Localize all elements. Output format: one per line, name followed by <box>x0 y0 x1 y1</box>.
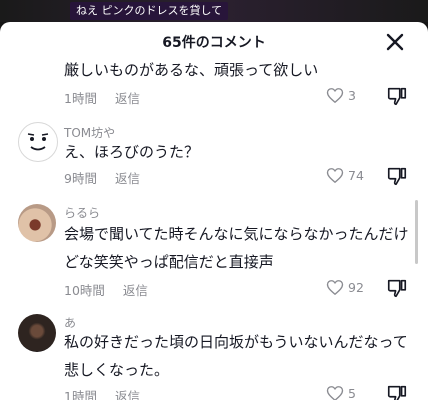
comment-text: え、ほろびのうた？ <box>64 143 200 161</box>
heart-icon <box>326 280 344 295</box>
avatar[interactable] <box>18 122 58 162</box>
like-button[interactable]: 3 <box>326 86 376 106</box>
comment-meta: 1時間 返信 <box>64 88 140 107</box>
comment-meta: 9時間 返信 <box>64 168 140 187</box>
thumbs-down-icon[interactable] <box>386 85 408 107</box>
avatar[interactable] <box>18 204 56 242</box>
comment-sheet: 65件のコメント 厳しいものがあるな、頑張って欲しい 1時間 返信 3 TOM坊… <box>0 22 428 400</box>
scrollbar[interactable] <box>415 200 418 264</box>
comment-text: 会場で聞いてた時そんなに気にならなかったんだけどな笑笑やっぱ配信だと直接声 <box>64 225 409 271</box>
like-button[interactable]: 74 <box>326 166 376 186</box>
cartoon-face-icon <box>27 133 49 151</box>
video-strip: ねえ ピンクのドレスを貸して <box>0 0 428 22</box>
thumbs-down-icon[interactable] <box>386 277 408 299</box>
like-count: 5 <box>348 386 356 400</box>
like-button[interactable]: 5 <box>326 384 376 400</box>
avatar[interactable] <box>18 314 56 352</box>
video-caption: ねえ ピンクのドレスを貸して <box>70 2 229 20</box>
reply-button[interactable]: 返信 <box>115 171 140 186</box>
close-icon[interactable] <box>383 30 407 54</box>
comment-time: 10時間 <box>64 283 105 298</box>
comment-time: 1時間 <box>64 389 97 400</box>
comment-time: 9時間 <box>64 171 97 186</box>
comment-meta: 1時間 返信 <box>64 386 140 400</box>
reply-button[interactable]: 返信 <box>115 91 140 106</box>
like-count: 3 <box>348 88 356 103</box>
comment-text: 私の好きだった頃の日向坂がもういないんだなって悲しくなった。 <box>64 333 408 379</box>
heart-icon <box>326 88 344 103</box>
reply-button[interactable]: 返信 <box>115 389 140 400</box>
comment-username[interactable]: らるら <box>64 204 100 221</box>
like-count: 74 <box>348 168 364 183</box>
heart-icon <box>326 168 344 183</box>
like-count: 92 <box>348 280 364 295</box>
comment-text: 厳しいものがあるな、頑張って欲しい <box>64 61 319 79</box>
thumbs-down-icon[interactable] <box>386 383 408 400</box>
comment-count-title: 65件のコメント <box>162 35 266 51</box>
thumbs-down-icon[interactable] <box>386 165 408 187</box>
comment-meta: 10時間 返信 <box>64 280 148 299</box>
comment-time: 1時間 <box>64 91 97 106</box>
heart-icon <box>326 386 344 400</box>
like-button[interactable]: 92 <box>326 278 376 298</box>
reply-button[interactable]: 返信 <box>123 283 148 298</box>
